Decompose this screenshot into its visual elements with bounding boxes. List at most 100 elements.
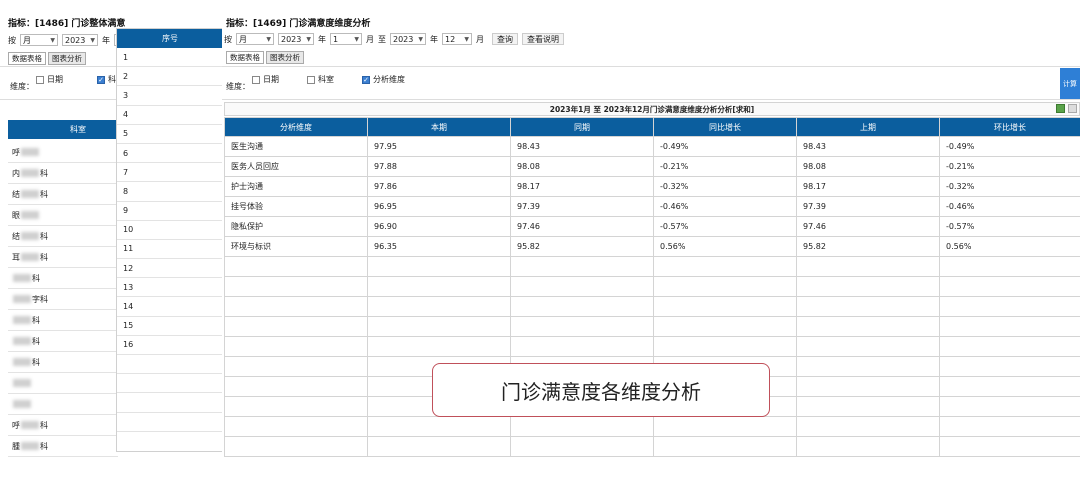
dept-row[interactable]: 内科 — [8, 163, 118, 184]
checkbox-date[interactable]: 日期 — [36, 74, 63, 85]
dept-row[interactable]: 耳科 — [8, 247, 118, 268]
year-to-select[interactable]: 2023 ▼ — [390, 33, 426, 45]
empty-cell — [796, 296, 940, 317]
month-from-select[interactable]: 1 ▼ — [330, 33, 362, 45]
sequence-item[interactable]: 7 — [117, 163, 223, 183]
query-button[interactable]: 查询 — [492, 33, 518, 45]
empty-cell — [224, 416, 368, 437]
sequence-item[interactable]: 5 — [117, 125, 223, 144]
sequence-item[interactable]: 1 — [117, 48, 223, 68]
table-cell: 96.35 — [367, 236, 511, 257]
year-select[interactable]: 2023 ▼ — [62, 34, 98, 46]
sequence-item[interactable]: 12 — [117, 259, 223, 279]
empty-cell — [653, 416, 797, 437]
table-cell: 97.46 — [796, 216, 940, 237]
column-header[interactable]: 同期 — [510, 117, 654, 137]
empty-cell — [796, 436, 940, 457]
export-excel-icon[interactable] — [1056, 104, 1065, 113]
month-to-select[interactable]: 12 ▼ — [442, 33, 472, 45]
dept-name-suffix: 科 — [40, 168, 48, 178]
dept-row[interactable]: 科 — [8, 268, 118, 289]
sequence-item[interactable]: 10 — [117, 221, 223, 240]
sequence-item[interactable]: 4 — [117, 106, 223, 125]
empty-cell — [653, 296, 797, 317]
column-header[interactable]: 上期 — [796, 117, 940, 137]
dept-name-prefix: 呼 — [12, 420, 20, 430]
table-row[interactable]: 医务人员回应 97.88 98.08 -0.21% 98.08 -0.21% — [224, 156, 1080, 177]
sequence-item[interactable]: 15 — [117, 317, 223, 336]
month-label: 月 — [476, 34, 484, 44]
empty-cell — [510, 256, 654, 277]
dept-name-suffix: 科 — [40, 252, 48, 262]
column-header[interactable]: 本期 — [367, 117, 511, 137]
column-header[interactable]: 同比增长 — [653, 117, 797, 137]
chevron-down-icon: ▼ — [266, 35, 271, 43]
redacted-text — [21, 442, 39, 450]
table-row[interactable]: 挂号体验 96.95 97.39 -0.46% 97.39 -0.46% — [224, 196, 1080, 217]
redacted-text — [21, 211, 39, 219]
checkbox-date[interactable]: 日期 — [252, 74, 279, 85]
empty-cell — [939, 276, 1080, 297]
print-icon[interactable] — [1068, 104, 1077, 113]
table-row[interactable]: 隐私保护 96.90 97.46 -0.57% 97.46 -0.57% — [224, 216, 1080, 237]
empty-cell — [367, 276, 511, 297]
dept-row[interactable] — [8, 394, 118, 415]
dept-row[interactable]: 字科 — [8, 289, 118, 310]
sequence-item[interactable]: 14 — [117, 297, 223, 317]
sequence-item[interactable]: 16 — [117, 336, 223, 355]
dept-row[interactable]: 呼 — [8, 142, 118, 163]
empty-table-row — [224, 296, 1080, 317]
column-header[interactable]: 环比增长 — [939, 117, 1080, 137]
empty-cell — [939, 376, 1080, 397]
table-row[interactable]: 环境与标识 96.35 95.82 0.56% 95.82 0.56% — [224, 236, 1080, 257]
dept-name-suffix: 字科 — [32, 294, 48, 304]
dept-row[interactable] — [8, 373, 118, 394]
dept-row[interactable]: 科 — [8, 331, 118, 352]
unit-select[interactable]: 月 ▼ — [20, 34, 58, 46]
sequence-item[interactable]: 3 — [117, 86, 223, 106]
help-button[interactable]: 查看说明 — [522, 33, 564, 45]
table-row[interactable]: 医生沟通 97.95 98.43 -0.49% 98.43 -0.49% — [224, 136, 1080, 157]
empty-cell — [367, 296, 511, 317]
empty-table-row — [224, 336, 1080, 357]
dept-row[interactable]: 腫科 — [8, 436, 118, 457]
sequence-item[interactable]: 6 — [117, 144, 223, 164]
table-cell: 护士沟通 — [224, 176, 368, 197]
sequence-item[interactable]: 11 — [117, 240, 223, 260]
empty-cell — [939, 316, 1080, 337]
dept-row[interactable]: 结科 — [8, 184, 118, 205]
dept-name-prefix: 耳 — [12, 252, 20, 262]
tab-data-table[interactable]: 数据表格 — [226, 51, 264, 64]
sequence-list: 1 2 3 4 5 6 7 8 9 10 11 12 13 14 15 16 — [117, 48, 223, 432]
sequence-item[interactable]: 2 — [117, 67, 223, 87]
dept-row[interactable]: 眼 — [8, 205, 118, 226]
dept-list: 呼内科结科眼结科耳科科字科科科科呼科腫科 — [8, 142, 118, 457]
tab-chart-analysis[interactable]: 图表分析 — [48, 52, 86, 65]
calc-button[interactable]: 计算 — [1060, 68, 1080, 99]
dept-row[interactable]: 科 — [8, 310, 118, 331]
sequence-empty-row — [117, 374, 223, 394]
empty-cell — [939, 256, 1080, 277]
dept-row[interactable]: 结科 — [8, 226, 118, 247]
checkbox-dept[interactable]: 科室 — [307, 74, 334, 85]
sequence-panel: 序号 1 2 3 4 5 6 7 8 9 10 11 12 13 14 15 16 — [116, 28, 224, 452]
empty-cell — [367, 256, 511, 277]
empty-cell — [653, 436, 797, 457]
empty-cell — [224, 396, 368, 417]
table-cell: 97.39 — [510, 196, 654, 217]
column-header[interactable]: 分析维度 — [224, 117, 368, 137]
tab-data-table[interactable]: 数据表格 — [8, 52, 46, 65]
sequence-item[interactable]: 8 — [117, 182, 223, 202]
table-row[interactable]: 护士沟通 97.86 98.17 -0.32% 98.17 -0.32% — [224, 176, 1080, 197]
unit-select[interactable]: 月 ▼ — [236, 33, 274, 45]
empty-cell — [939, 416, 1080, 437]
dept-row[interactable]: 呼科 — [8, 415, 118, 436]
dept-row[interactable]: 科 — [8, 352, 118, 373]
empty-cell — [939, 436, 1080, 457]
redacted-text — [13, 316, 31, 324]
checkbox-analysis-dimension[interactable]: ✓ 分析维度 — [362, 74, 405, 85]
sequence-item[interactable]: 9 — [117, 202, 223, 221]
year-from-select[interactable]: 2023 ▼ — [278, 33, 314, 45]
tab-chart-analysis[interactable]: 图表分析 — [266, 51, 304, 64]
sequence-item[interactable]: 13 — [117, 278, 223, 298]
